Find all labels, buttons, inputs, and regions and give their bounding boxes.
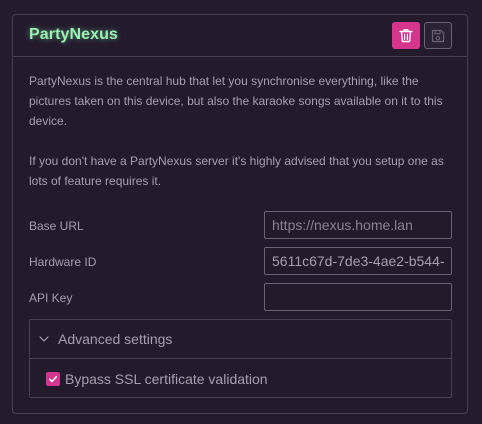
hardware-id-input[interactable]: [264, 247, 452, 275]
base-url-label: Base URL: [29, 219, 84, 233]
panel-header: PartyNexus: [13, 15, 467, 57]
partynexus-settings-panel: PartyNexus PartyNexus is the central hub…: [12, 14, 468, 414]
description-intro: PartyNexus is the central hub that let y…: [29, 74, 443, 128]
trash-icon: [399, 29, 413, 43]
hardware-id-label: Hardware ID: [29, 255, 97, 269]
base-url-input[interactable]: [264, 211, 452, 239]
advanced-settings-title: Advanced settings: [58, 331, 173, 347]
description-advice: If you don't have a PartyNexus server it…: [29, 154, 444, 188]
delete-button[interactable]: [392, 22, 420, 49]
api-key-input[interactable]: [264, 283, 452, 311]
advanced-settings-toggle[interactable]: Advanced settings: [30, 320, 451, 359]
floppy-disk-icon: [431, 29, 445, 42]
checkmark-icon: [49, 376, 58, 383]
bypass-ssl-checkbox[interactable]: [46, 372, 60, 386]
chevron-down-icon: [39, 336, 49, 342]
panel-title: PartyNexus: [29, 26, 119, 43]
bypass-ssl-label: Bypass SSL certificate validation: [65, 371, 268, 387]
save-button[interactable]: [424, 22, 452, 49]
bypass-ssl-option[interactable]: Bypass SSL certificate validation: [46, 370, 268, 388]
advanced-settings-section: Advanced settings Bypass SSL certificate…: [29, 319, 452, 398]
api-key-label: API Key: [29, 291, 73, 305]
